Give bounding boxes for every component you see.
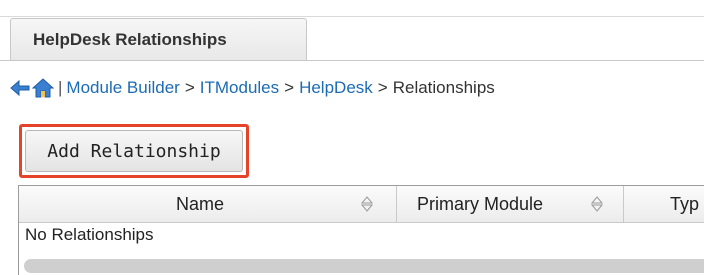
breadcrumb-arrow: > [184,78,195,97]
breadcrumb-separator: | [58,78,63,97]
empty-message: No Relationships [25,225,154,244]
breadcrumb-helpdesk[interactable]: HelpDesk [299,78,373,98]
column-header-name[interactable]: Name [19,186,397,222]
sort-icon[interactable] [361,195,373,213]
table-header: Name Primary Module Typ [19,185,704,223]
horizontal-scrollbar[interactable] [24,259,704,273]
breadcrumb-arrow: > [284,78,295,97]
add-relationship-label: Add Relationship [47,140,221,162]
tab-helpdesk-relationships[interactable]: HelpDesk Relationships [10,18,307,61]
tab-divider [0,60,704,61]
breadcrumb-module-builder[interactable]: Module Builder [66,78,179,98]
breadcrumb-arrow: > [377,78,388,97]
back-arrow-icon[interactable] [10,79,30,97]
breadcrumb-itmodules[interactable]: ITModules [200,78,279,98]
add-relationship-button[interactable]: Add Relationship [25,130,243,172]
sort-icon[interactable] [591,195,603,213]
add-relationship-highlight: Add Relationship [19,124,249,178]
top-bar [0,0,704,17]
relationships-table: Name Primary Module Typ No Relationships [18,185,704,275]
column-type-label: Typ [670,194,700,214]
home-icon[interactable] [32,78,54,98]
column-header-primary-module[interactable]: Primary Module [397,186,624,222]
tab-label: HelpDesk Relationships [33,30,227,49]
breadcrumb: | Module Builder > ITModules > HelpDesk … [10,74,495,102]
breadcrumb-current: Relationships [392,78,495,97]
column-name-label: Name [176,194,225,214]
column-primary-module-label: Primary Module [417,194,544,214]
column-header-type[interactable]: Typ [624,186,704,222]
